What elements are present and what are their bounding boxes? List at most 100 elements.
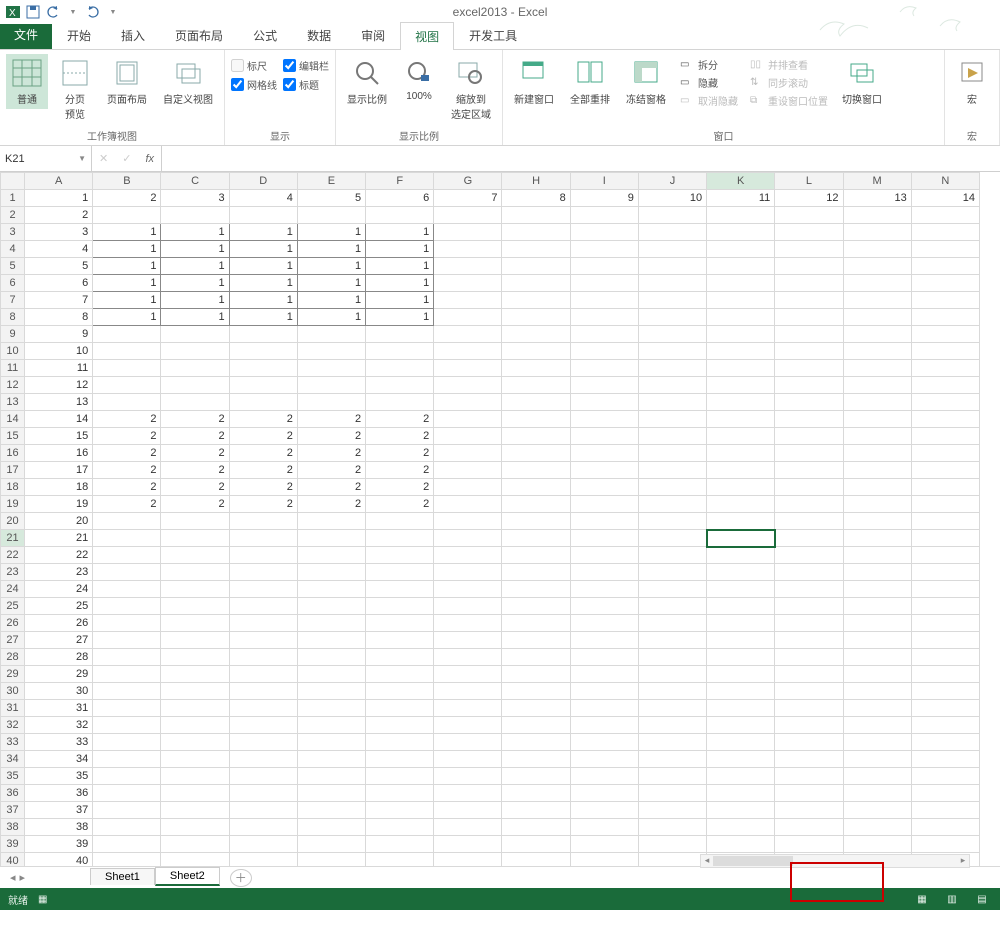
cell-H31[interactable] [502, 700, 570, 717]
cell-K33[interactable] [707, 734, 775, 751]
cell-C32[interactable] [161, 717, 229, 734]
cell-A24[interactable]: 24 [25, 581, 93, 598]
cell-J6[interactable] [638, 275, 706, 292]
cell-L1[interactable]: 12 [775, 190, 843, 207]
cell-K12[interactable] [707, 377, 775, 394]
cell-K26[interactable] [707, 615, 775, 632]
cell-E8[interactable]: 1 [297, 309, 365, 326]
cell-N9[interactable] [911, 326, 979, 343]
cell-D11[interactable] [229, 360, 297, 377]
cell-L22[interactable] [775, 547, 843, 564]
cell-I35[interactable] [570, 768, 638, 785]
save-icon[interactable] [24, 3, 42, 21]
sheet-tab-1[interactable]: Sheet1 [90, 868, 155, 885]
cell-G2[interactable] [434, 207, 502, 224]
cell-F34[interactable] [366, 751, 434, 768]
cell-E28[interactable] [297, 649, 365, 666]
cell-K1[interactable]: 11 [707, 190, 775, 207]
cell-C28[interactable] [161, 649, 229, 666]
cell-N18[interactable] [911, 479, 979, 496]
cell-N7[interactable] [911, 292, 979, 309]
row-header-14[interactable]: 14 [1, 411, 25, 428]
new-window-button[interactable]: 新建窗口 [509, 54, 559, 109]
cell-C10[interactable] [161, 343, 229, 360]
cell-G21[interactable] [434, 530, 502, 547]
add-sheet-button[interactable]: ＋ [230, 869, 252, 887]
cell-C2[interactable] [161, 207, 229, 224]
cell-C36[interactable] [161, 785, 229, 802]
cell-N22[interactable] [911, 547, 979, 564]
cell-C23[interactable] [161, 564, 229, 581]
cell-N3[interactable] [911, 224, 979, 241]
cell-H22[interactable] [502, 547, 570, 564]
cell-E27[interactable] [297, 632, 365, 649]
cell-L25[interactable] [775, 598, 843, 615]
cell-B23[interactable] [93, 564, 161, 581]
zoom-100-button[interactable]: 100% [398, 54, 440, 105]
cell-C38[interactable] [161, 819, 229, 836]
cell-I36[interactable] [570, 785, 638, 802]
cell-D3[interactable]: 1 [229, 224, 297, 241]
cell-L28[interactable] [775, 649, 843, 666]
cell-D28[interactable] [229, 649, 297, 666]
col-header-M[interactable]: M [843, 173, 911, 190]
cell-L2[interactable] [775, 207, 843, 224]
cell-C17[interactable]: 2 [161, 462, 229, 479]
cell-J25[interactable] [638, 598, 706, 615]
cell-D10[interactable] [229, 343, 297, 360]
cell-M37[interactable] [843, 802, 911, 819]
cell-B5[interactable]: 1 [93, 258, 161, 275]
cell-D34[interactable] [229, 751, 297, 768]
cell-L5[interactable] [775, 258, 843, 275]
cell-D32[interactable] [229, 717, 297, 734]
cell-F28[interactable] [366, 649, 434, 666]
scroll-left-icon[interactable]: ◂ [701, 855, 713, 867]
tab-home[interactable]: 开始 [52, 21, 106, 49]
cell-F2[interactable] [366, 207, 434, 224]
cell-J23[interactable] [638, 564, 706, 581]
cell-G27[interactable] [434, 632, 502, 649]
cell-J34[interactable] [638, 751, 706, 768]
cell-A25[interactable]: 25 [25, 598, 93, 615]
cell-C7[interactable]: 1 [161, 292, 229, 309]
cell-M11[interactable] [843, 360, 911, 377]
row-header-1[interactable]: 1 [1, 190, 25, 207]
cell-A5[interactable]: 5 [25, 258, 93, 275]
cell-B4[interactable]: 1 [93, 241, 161, 258]
cell-I19[interactable] [570, 496, 638, 513]
cell-F36[interactable] [366, 785, 434, 802]
namebox-dropdown-icon[interactable]: ▼ [78, 154, 86, 163]
cell-C3[interactable]: 1 [161, 224, 229, 241]
cell-E11[interactable] [297, 360, 365, 377]
cell-H4[interactable] [502, 241, 570, 258]
cell-K27[interactable] [707, 632, 775, 649]
row-header-7[interactable]: 7 [1, 292, 25, 309]
cell-B9[interactable] [93, 326, 161, 343]
cell-A20[interactable]: 20 [25, 513, 93, 530]
col-header-K[interactable]: K [707, 173, 775, 190]
cell-M5[interactable] [843, 258, 911, 275]
cell-E20[interactable] [297, 513, 365, 530]
cell-N37[interactable] [911, 802, 979, 819]
cell-H26[interactable] [502, 615, 570, 632]
cell-G17[interactable] [434, 462, 502, 479]
cell-A31[interactable]: 31 [25, 700, 93, 717]
cell-D29[interactable] [229, 666, 297, 683]
cell-B39[interactable] [93, 836, 161, 853]
cell-J11[interactable] [638, 360, 706, 377]
undo-icon[interactable] [44, 3, 62, 21]
cell-N34[interactable] [911, 751, 979, 768]
cell-H32[interactable] [502, 717, 570, 734]
cell-G1[interactable]: 7 [434, 190, 502, 207]
cell-K17[interactable] [707, 462, 775, 479]
cell-H19[interactable] [502, 496, 570, 513]
cell-K4[interactable] [707, 241, 775, 258]
cell-G26[interactable] [434, 615, 502, 632]
cell-D2[interactable] [229, 207, 297, 224]
cell-G25[interactable] [434, 598, 502, 615]
cell-K5[interactable] [707, 258, 775, 275]
cell-N11[interactable] [911, 360, 979, 377]
cell-H5[interactable] [502, 258, 570, 275]
cell-B2[interactable] [93, 207, 161, 224]
cell-B24[interactable] [93, 581, 161, 598]
